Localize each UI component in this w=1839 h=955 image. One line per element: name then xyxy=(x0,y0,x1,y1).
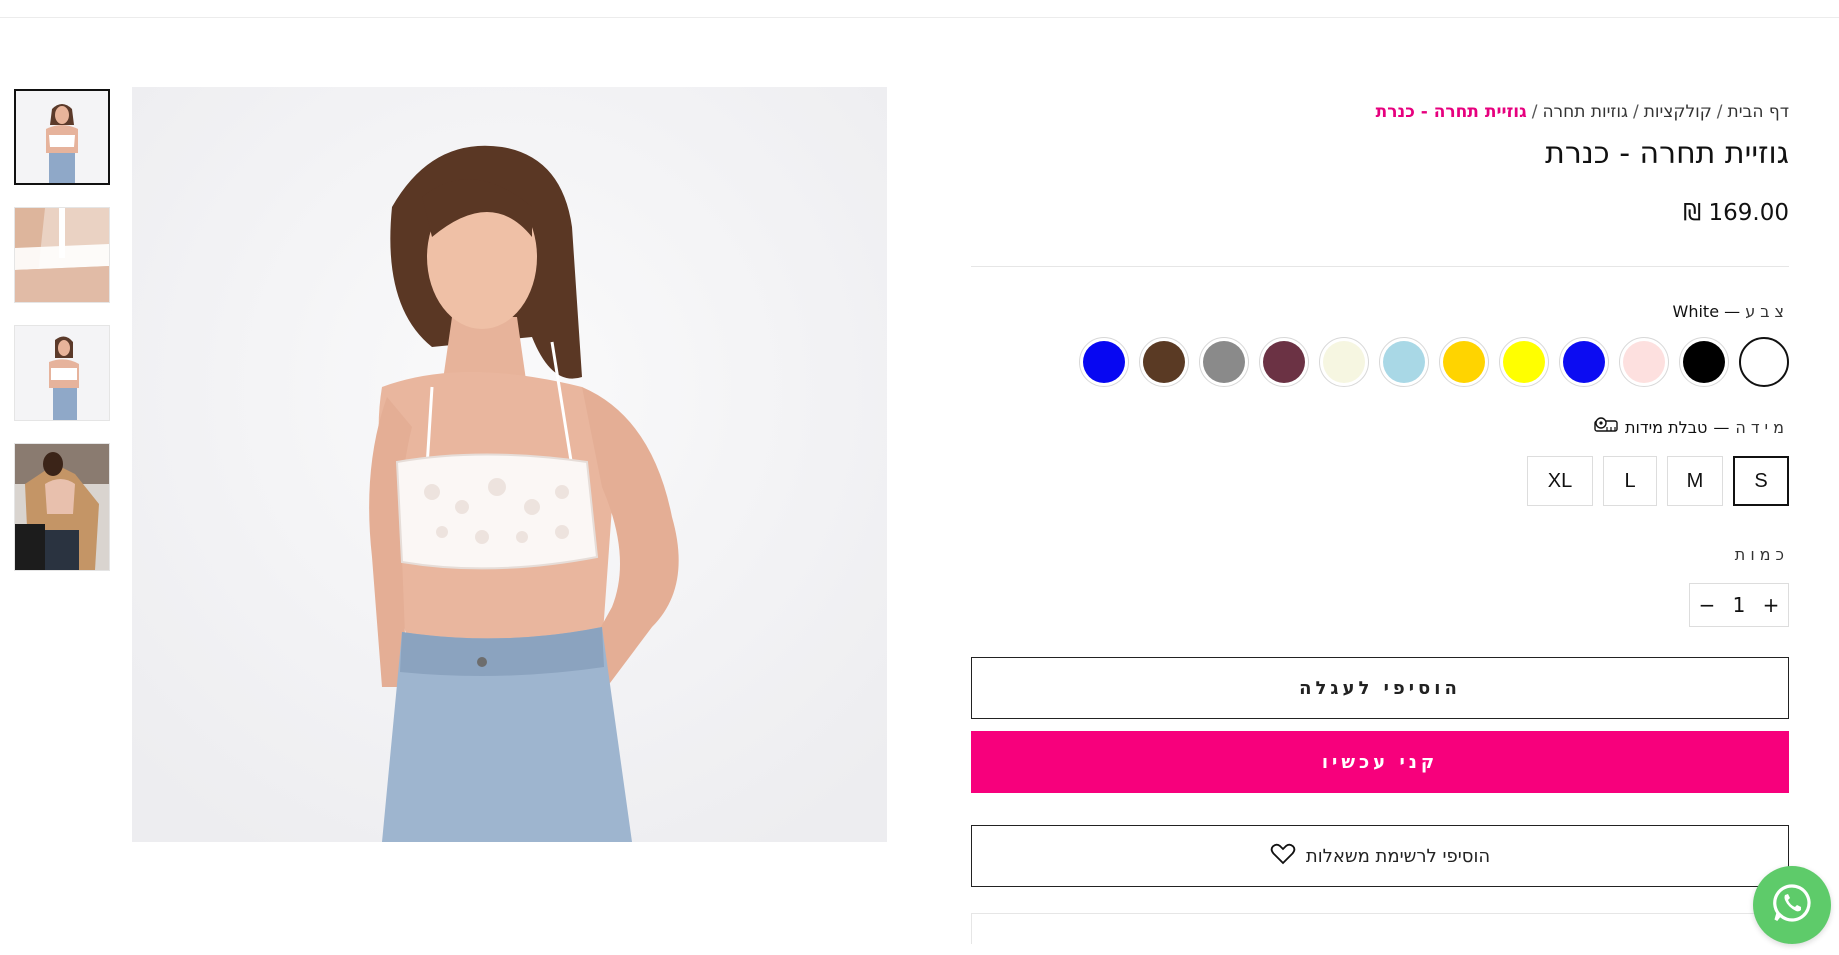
buy-now-button[interactable]: קני עכשיו xyxy=(971,731,1789,793)
breadcrumb-separator: / xyxy=(1531,102,1538,122)
color-swatch-fill xyxy=(1683,341,1725,383)
size-option-xl[interactable]: XL xyxy=(1527,456,1593,506)
color-label-row: צבע — White xyxy=(971,301,1789,323)
breadcrumb-current: גוזיית תחרה - כנרת xyxy=(1375,102,1527,122)
selected-color: White xyxy=(1672,302,1720,321)
breadcrumb-separator: / xyxy=(1632,102,1639,122)
price-value: 169.00 xyxy=(1708,200,1789,226)
color-swatch-fill xyxy=(1623,341,1665,383)
size-label-row: מידה — טבלת מידות xyxy=(971,415,1789,441)
quantity-label: כמות xyxy=(1734,545,1789,564)
color-swatches xyxy=(971,335,1789,389)
add-to-cart-button[interactable]: הוסיפי לעגלה xyxy=(971,657,1789,719)
color-swatch-white[interactable] xyxy=(1739,337,1789,387)
header-divider xyxy=(0,17,1839,18)
color-swatch-leopard[interactable] xyxy=(1139,337,1189,387)
thumbnail-side[interactable] xyxy=(14,325,110,421)
breadcrumb-home[interactable]: דף הבית xyxy=(1728,102,1789,122)
size-options: S M L XL xyxy=(971,456,1789,506)
wishlist-label: הוסיפי לרשימת משאלות xyxy=(1305,845,1491,867)
thumbnail-back[interactable] xyxy=(14,207,110,303)
info-panel-edge xyxy=(971,913,1789,944)
color-swatch-fill xyxy=(1143,341,1185,383)
size-chart-link[interactable]: טבלת מידות xyxy=(1593,415,1707,441)
color-swatch-fill xyxy=(1383,341,1425,383)
thumbnail-lifestyle[interactable] xyxy=(14,443,110,571)
color-swatch-fill xyxy=(1203,341,1245,383)
size-option-m[interactable]: M xyxy=(1667,456,1723,506)
quantity-stepper: + 1 − xyxy=(1689,583,1789,627)
divider xyxy=(971,266,1789,267)
whatsapp-icon xyxy=(1770,881,1814,929)
product-info: דף הבית/קולקציות/גוזיות תחרה/גוזיית תחרה… xyxy=(971,87,1789,944)
product-title: גוזיית תחרה - כנרת xyxy=(1545,136,1789,171)
thumbnail-front[interactable] xyxy=(14,89,110,185)
color-swatch-fill xyxy=(1743,341,1785,383)
color-swatch-cream[interactable] xyxy=(1319,337,1369,387)
color-swatch-blue[interactable] xyxy=(1559,337,1609,387)
main-product-image[interactable] xyxy=(132,87,887,842)
size-chart-label: טבלת מידות xyxy=(1624,418,1708,437)
color-swatch-fill xyxy=(1503,341,1545,383)
color-swatch-grey-pattern[interactable] xyxy=(1199,337,1249,387)
color-swatch-fill xyxy=(1563,341,1605,383)
color-swatch-gold[interactable] xyxy=(1439,337,1489,387)
color-swatch-royal-blue[interactable] xyxy=(1079,337,1129,387)
increase-button[interactable]: + xyxy=(1763,593,1780,617)
size-label: מידה xyxy=(1735,418,1789,437)
size-option-s[interactable]: S xyxy=(1733,456,1789,506)
color-swatch-fill xyxy=(1263,341,1305,383)
color-swatch-pink[interactable] xyxy=(1619,337,1669,387)
color-swatch-yellow[interactable] xyxy=(1499,337,1549,387)
color-swatch-plum-pattern[interactable] xyxy=(1259,337,1309,387)
color-dash: — xyxy=(1724,302,1741,321)
size-dash: — xyxy=(1713,418,1730,437)
color-label: צבע xyxy=(1745,302,1789,321)
heart-icon xyxy=(1270,843,1296,870)
color-swatch-fill xyxy=(1443,341,1485,383)
color-swatch-light-blue[interactable] xyxy=(1379,337,1429,387)
color-swatch-fill xyxy=(1323,341,1365,383)
breadcrumb-category[interactable]: גוזיות תחרה xyxy=(1542,102,1628,122)
measuring-tape-icon xyxy=(1593,415,1619,441)
breadcrumb: דף הבית/קולקציות/גוזיות תחרה/גוזיית תחרה… xyxy=(971,100,1789,124)
decrease-button[interactable]: − xyxy=(1699,593,1716,617)
size-option-l[interactable]: L xyxy=(1603,456,1657,506)
currency-symbol: ₪ xyxy=(1683,200,1702,226)
whatsapp-button[interactable] xyxy=(1753,866,1831,944)
breadcrumb-collections[interactable]: קולקציות xyxy=(1644,102,1712,122)
quantity-value[interactable]: 1 xyxy=(1733,593,1746,617)
wishlist-button[interactable]: הוסיפי לרשימת משאלות xyxy=(971,825,1789,887)
color-swatch-black[interactable] xyxy=(1679,337,1729,387)
thumbnail-list xyxy=(14,89,112,593)
color-swatch-fill xyxy=(1083,341,1125,383)
product-price: 169.00 ₪ xyxy=(971,198,1789,228)
breadcrumb-separator: / xyxy=(1716,102,1723,122)
